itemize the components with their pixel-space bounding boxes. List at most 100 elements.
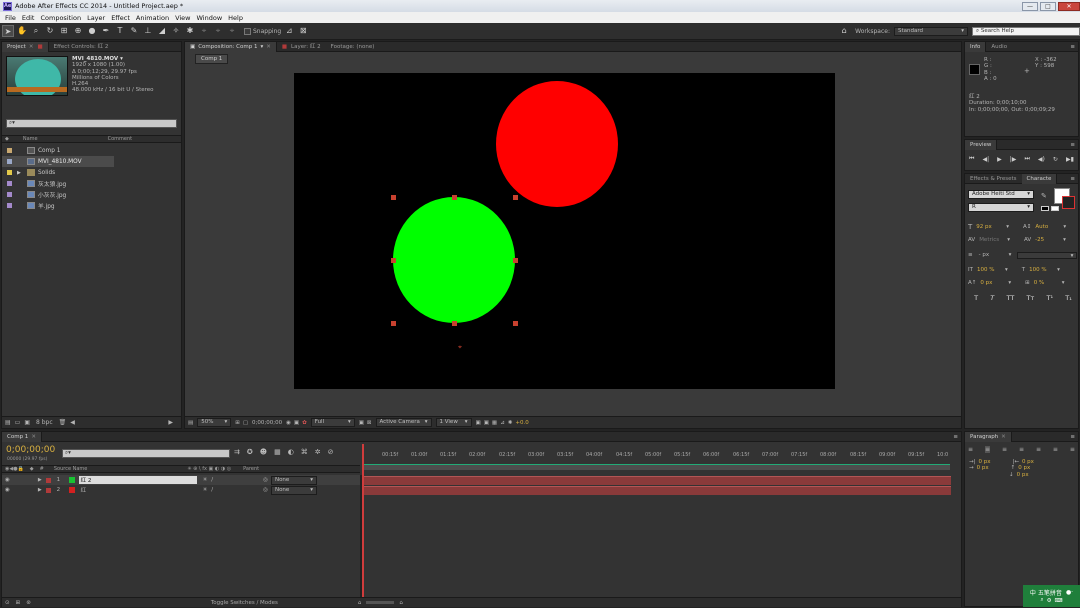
timeline-search-input[interactable]: ⌕▾ [62, 449, 230, 458]
justify-left-icon[interactable]: ≡ [1019, 446, 1024, 453]
menu-edit[interactable]: Edit [22, 14, 35, 22]
draft-3d-icon[interactable]: ✪ [247, 448, 253, 456]
label-swatch[interactable] [7, 170, 12, 175]
parent-dropdown[interactable]: None ▾ [270, 475, 317, 485]
panel-menu-icon[interactable]: ≡ [1070, 434, 1075, 440]
menu-layer[interactable]: Layer [87, 14, 105, 22]
zoom-out-icon[interactable]: ⌂ [358, 600, 362, 606]
region-of-interest-icon[interactable]: ▣ [359, 420, 364, 426]
new-composition-icon[interactable]: ▣ [24, 419, 30, 426]
baseline-shift-value[interactable]: 0 px [980, 280, 1008, 286]
work-area-bar[interactable] [362, 464, 950, 470]
interpret-footage-icon[interactable]: ▤ [5, 419, 11, 426]
layer-name[interactable]: 红 2 [78, 476, 197, 484]
expand-arrow-icon[interactable]: ▶ [17, 170, 27, 176]
list-item[interactable]: 灰太狼.jpg [2, 178, 181, 189]
green-circle-layer[interactable] [393, 197, 515, 323]
graph-editor-icon[interactable]: ⌘ [301, 448, 308, 456]
zoom-slider[interactable] [366, 601, 395, 604]
vertical-scale-value[interactable]: 100 % [977, 267, 1005, 273]
sync-settings-icon[interactable]: ⌂ [837, 25, 851, 37]
label-swatch[interactable] [45, 477, 51, 483]
channels-icon[interactable]: ✿ [302, 420, 307, 426]
transform-handle[interactable] [391, 258, 396, 263]
list-item[interactable]: 小灰灰.jpg [2, 189, 181, 200]
new-folder-icon[interactable]: ▭ [15, 419, 21, 426]
timeline-icon[interactable]: ▦ [492, 420, 497, 426]
transform-handle[interactable] [513, 195, 518, 200]
pan-behind-tool-icon[interactable]: ⊕ [72, 25, 84, 37]
faux-italic-button[interactable]: T [990, 294, 994, 301]
label-column-icon[interactable]: ◆ [5, 136, 9, 142]
brush-tool-icon[interactable]: ✎ [128, 25, 140, 37]
tab-effect-controls[interactable]: Effect Controls: 红 2 [49, 42, 114, 52]
tab-footage[interactable]: Footage: (none) [326, 42, 380, 52]
space-after-value[interactable]: 0 px [1017, 472, 1029, 478]
camera-tool-icon[interactable]: ⊞ [58, 25, 70, 37]
quality-switch-icon[interactable]: / [211, 487, 213, 493]
scroll-right-icon[interactable]: ▶ [168, 419, 173, 426]
views-dropdown[interactable]: 1 View ▾ [435, 418, 472, 427]
composition-canvas[interactable]: ⌖ [294, 73, 835, 389]
horizontal-scale-value[interactable]: 100 % [1029, 267, 1057, 273]
last-frame-icon[interactable]: ⏭ [1024, 155, 1029, 163]
label-swatch[interactable] [7, 148, 12, 153]
stroke-width-value[interactable]: - px [979, 252, 1009, 258]
tab-paragraph[interactable]: Paragraph ✕ [965, 431, 1012, 442]
panel-menu-icon[interactable]: ≡ [1070, 44, 1075, 50]
column-source-name[interactable]: Source Name [54, 466, 88, 472]
menu-animation[interactable]: Animation [136, 14, 169, 22]
first-line-indent-value[interactable]: 0 px [977, 465, 1011, 471]
current-time-indicator[interactable] [362, 444, 364, 606]
layer-row[interactable]: ◉ ▶ 1 红 2 ✳ / ◎ None ▾ [2, 475, 360, 485]
audio-icon[interactable]: ◀) [1038, 156, 1045, 163]
frame-blending-icon[interactable]: ▦ [274, 448, 281, 456]
tab-project[interactable]: Project ✕ ■ [2, 41, 49, 52]
play-icon[interactable]: ▶ [997, 156, 1002, 163]
world-axis-icon[interactable]: ⌖ [212, 25, 224, 37]
toggle-pixel-aspect-icon[interactable]: ▣ [476, 420, 481, 426]
list-item[interactable]: ▶ Solids [2, 167, 181, 178]
list-item[interactable]: 羊.jpg [2, 200, 181, 211]
toggle-switches-modes-button[interactable]: Toggle Switches / Modes [211, 600, 278, 606]
always-preview-icon[interactable]: ▤ [188, 420, 193, 426]
column-comment[interactable]: Comment [108, 136, 133, 142]
label-swatch[interactable] [45, 487, 51, 493]
comp-mini-flowchart-icon[interactable]: ⇉ [234, 448, 240, 456]
ellipse-tool-icon[interactable]: ● [86, 25, 98, 37]
footage-name[interactable]: MVI_4810.MOV ▾ [72, 56, 123, 62]
in-out-icon[interactable]: ⊛ [26, 600, 31, 606]
tab-effects-presets[interactable]: Effects & Presets [965, 174, 1022, 184]
expand-arrow-icon[interactable]: ▶ [38, 477, 42, 483]
camera-dropdown[interactable]: Active Camera ▾ [375, 418, 432, 427]
view-axis-icon[interactable]: ⌖ [226, 25, 238, 37]
panel-menu-icon[interactable]: ■ [37, 44, 42, 50]
grid-guides-icon[interactable]: ⊞ [235, 420, 240, 426]
search-help-input[interactable]: ⌕ Search Help [972, 26, 1080, 36]
axis-mode-icon[interactable]: ⌖ [198, 25, 210, 37]
label-swatch[interactable] [7, 192, 12, 197]
font-style-dropdown[interactable]: R ▾ [968, 203, 1034, 212]
all-caps-button[interactable]: TT [1006, 294, 1014, 301]
puppet-tool-icon[interactable]: ✱ [184, 25, 196, 37]
close-icon[interactable]: ✕ [1001, 434, 1006, 440]
show-snapshot-icon[interactable]: ▣ [294, 420, 299, 426]
tab-timeline-comp[interactable]: Comp 1 ✕ [2, 431, 42, 442]
ime-search-icon[interactable]: ⌕ [1041, 597, 1044, 604]
column-name[interactable]: Name [23, 136, 38, 142]
menu-help[interactable]: Help [228, 14, 243, 22]
panel-menu-icon[interactable]: ≡ [1070, 176, 1075, 182]
snap-feature-icon[interactable]: ⊠ [297, 25, 309, 37]
layer-row[interactable]: ◉ ▶ 2 红 ✳ / ◎ None ▾ [2, 485, 360, 495]
menu-window[interactable]: Window [197, 14, 223, 22]
visibility-icon[interactable]: ◉ [5, 487, 10, 493]
label-swatch[interactable] [7, 159, 12, 164]
leading-value[interactable]: Auto [1035, 224, 1063, 230]
modes-icon[interactable]: ⊞ [16, 600, 21, 606]
tracking-value[interactable]: -25 [1035, 237, 1063, 243]
fast-preview-icon[interactable]: ▣ [484, 420, 489, 426]
white-swatch[interactable] [1051, 206, 1059, 211]
layer-name[interactable]: 红 [79, 486, 197, 494]
transform-handle[interactable] [452, 321, 457, 326]
tab-layer[interactable]: ■ Layer: 红 2 [277, 42, 326, 52]
